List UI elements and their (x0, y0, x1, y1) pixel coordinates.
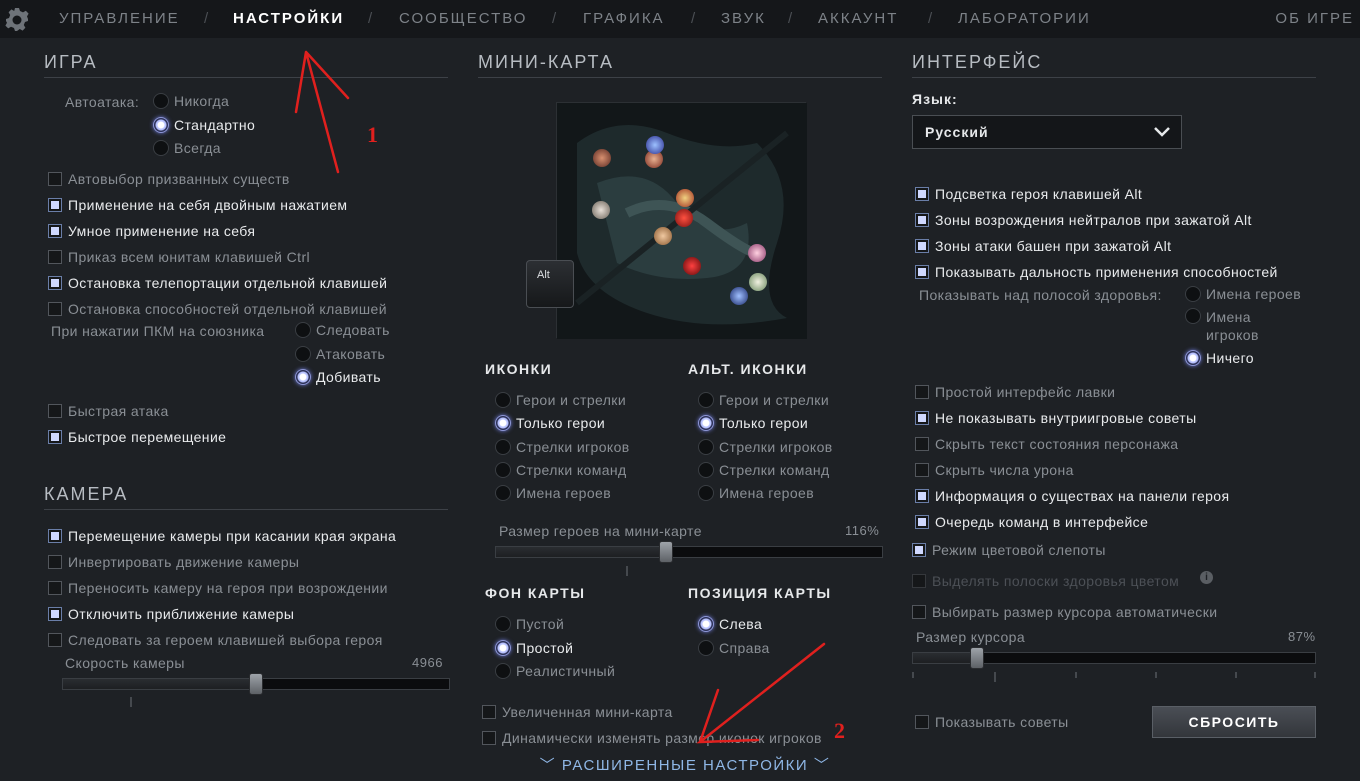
annotation-arrow-1 (294, 50, 350, 174)
annotation-number-2: 2 (834, 718, 845, 743)
annotation-arrows (294, 50, 826, 744)
annotation-arrow-2 (696, 642, 826, 744)
annotation-number-1: 1 (367, 122, 378, 147)
